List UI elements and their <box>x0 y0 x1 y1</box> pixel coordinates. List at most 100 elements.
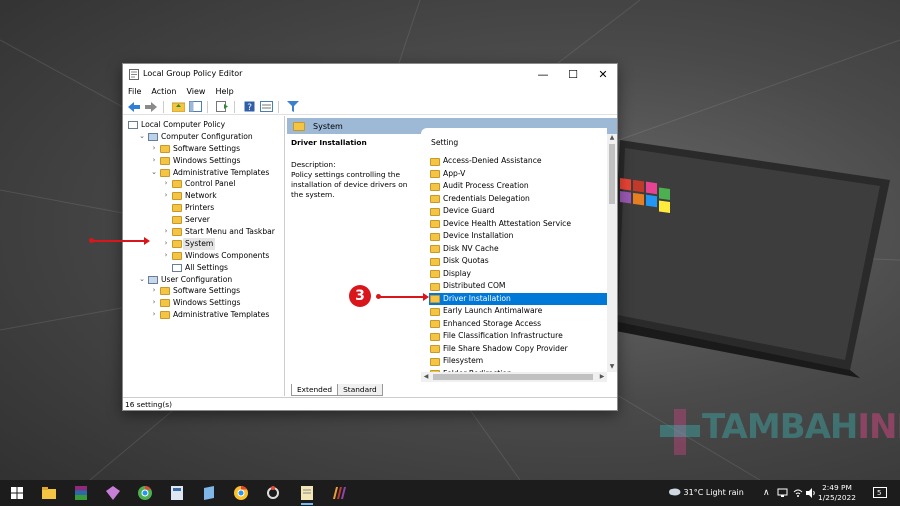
chevron-right-icon[interactable]: › <box>150 297 158 309</box>
hscroll-thumb[interactable] <box>433 374 593 380</box>
title-bar[interactable]: Local Group Policy Editor — ☐ ✕ <box>123 64 617 84</box>
notification-center-button[interactable]: 5 <box>873 480 887 506</box>
taskbar-winrar[interactable] <box>72 484 90 502</box>
folder-icon <box>160 287 170 296</box>
list-item[interactable]: Filesystem <box>429 355 607 368</box>
minimize-button[interactable]: — <box>528 64 558 84</box>
chevron-right-icon[interactable]: › <box>150 155 158 167</box>
chevron-right-icon[interactable]: › <box>162 250 170 262</box>
setting-column-header[interactable]: Setting <box>431 138 458 147</box>
scroll-thumb[interactable] <box>609 144 615 204</box>
taskbar-app-8[interactable] <box>264 484 282 502</box>
taskbar-file-explorer[interactable] <box>40 484 58 502</box>
show-hidden-icons-button[interactable]: ∧ <box>763 480 770 506</box>
tree-item-label: Software Settings <box>173 143 241 153</box>
taskbar-app-10[interactable] <box>330 484 348 502</box>
tree-item[interactable]: Local Computer Policy <box>123 119 284 131</box>
tree-item[interactable]: ⌄ Computer Configuration <box>123 131 284 143</box>
chevron-right-icon[interactable]: › <box>150 309 158 321</box>
scroll-left-icon[interactable]: ◀ <box>421 372 431 382</box>
chevron-down-icon[interactable]: ⌄ <box>138 274 146 286</box>
list-item[interactable]: Access-Denied Assistance <box>429 155 607 168</box>
list-item[interactable]: Distributed COM <box>429 280 607 293</box>
list-item[interactable]: Enhanced Storage Access <box>429 318 607 331</box>
tree-item[interactable]: › Windows Settings <box>123 155 284 167</box>
taskbar-chrome-1[interactable] <box>136 484 154 502</box>
chevron-right-icon[interactable]: › <box>150 143 158 155</box>
tray-network[interactable] <box>777 480 788 506</box>
menu-help[interactable]: Help <box>215 87 233 96</box>
tree-item[interactable]: › Network <box>123 190 284 202</box>
list-item[interactable]: File Share Shadow Copy Provider <box>429 343 607 356</box>
taskbar-app-5[interactable] <box>168 484 186 502</box>
list-item[interactable]: Device Health Attestation Service <box>429 218 607 231</box>
vertical-scrollbar[interactable]: ▲ ▼ <box>607 134 617 372</box>
list-item[interactable]: Disk NV Cache <box>429 243 607 256</box>
tree-item[interactable]: › Control Panel <box>123 178 284 190</box>
tree-item[interactable]: ⌄ User Configuration <box>123 274 284 286</box>
close-button[interactable]: ✕ <box>588 64 618 84</box>
settings-list[interactable]: Setting Access-Denied Assistance App-V Aud… <box>421 128 607 372</box>
tree-item[interactable]: Printers <box>123 202 284 214</box>
back-button[interactable] <box>126 100 142 114</box>
tree-item[interactable]: ⌄ Administrative Templates <box>123 167 284 179</box>
filter-button[interactable] <box>285 100 301 114</box>
tree-item[interactable]: All Settings <box>123 262 284 274</box>
tab-extended[interactable]: Extended <box>291 384 339 396</box>
taskbar-app-3[interactable] <box>104 484 122 502</box>
list-item[interactable]: Driver Installation <box>429 292 607 305</box>
menu-file[interactable]: File <box>128 87 141 96</box>
scroll-up-icon[interactable]: ▲ <box>607 134 617 143</box>
menu-view[interactable]: View <box>186 87 205 96</box>
list-item[interactable]: Device Guard <box>429 205 607 218</box>
chevron-down-icon[interactable]: ⌄ <box>138 131 146 143</box>
chevron-down-icon[interactable]: ⌄ <box>150 167 158 179</box>
taskbar-app-6[interactable] <box>200 484 218 502</box>
taskbar-chrome-2[interactable] <box>232 484 250 502</box>
tree-item[interactable]: Server <box>123 214 284 226</box>
chevron-right-icon[interactable]: › <box>162 238 170 250</box>
tab-standard[interactable]: Standard <box>337 384 383 396</box>
windows-logo-icon <box>11 487 23 499</box>
policy-editor-icon <box>129 69 139 80</box>
show-hide-tree-button[interactable] <box>187 100 203 114</box>
start-button[interactable] <box>8 484 26 502</box>
tree-item[interactable]: › Software Settings <box>123 285 284 297</box>
taskbar-clock[interactable]: 2:49 PM 1/25/2022 <box>808 483 866 503</box>
tree-item[interactable]: › Software Settings <box>123 143 284 155</box>
properties-view-button[interactable] <box>258 100 274 114</box>
taskbar-group-policy-editor[interactable] <box>298 484 316 505</box>
maximize-button[interactable]: ☐ <box>558 64 588 84</box>
folder-icon <box>172 251 182 260</box>
list-item[interactable]: File Classification Infrastructure <box>429 330 607 343</box>
tree-item[interactable]: › Windows Components <box>123 250 284 262</box>
scroll-right-icon[interactable]: ▶ <box>597 372 607 382</box>
export-list-button[interactable] <box>214 100 230 114</box>
group-policy-editor-window[interactable]: Local Group Policy Editor — ☐ ✕ File Act… <box>122 63 618 411</box>
list-item[interactable]: Display <box>429 268 607 281</box>
list-item[interactable]: App-V <box>429 168 607 181</box>
horizontal-scrollbar[interactable]: ◀ ▶ <box>421 372 607 382</box>
scroll-down-icon[interactable]: ▼ <box>607 363 617 372</box>
list-item[interactable]: Disk Quotas <box>429 255 607 268</box>
list-item[interactable]: Early Launch Antimalware <box>429 305 607 318</box>
chevron-right-icon[interactable]: › <box>162 190 170 202</box>
menu-action[interactable]: Action <box>151 87 176 96</box>
console-tree[interactable]: Local Computer Policy ⌄ Computer Configura… <box>123 116 285 396</box>
weather-widget[interactable]: 31°C Light rain <box>668 480 744 506</box>
chevron-right-icon[interactable]: › <box>162 226 170 238</box>
chevron-right-icon[interactable]: › <box>150 285 158 297</box>
help-button[interactable]: ? <box>241 100 257 114</box>
list-item[interactable]: Credentials Delegation <box>429 193 607 206</box>
folder-icon <box>430 157 440 166</box>
forward-button[interactable] <box>143 100 159 114</box>
tree-item[interactable]: › Windows Settings <box>123 297 284 309</box>
tree-item[interactable]: › Administrative Templates <box>123 309 284 321</box>
list-item[interactable]: Device Installation <box>429 230 607 243</box>
tray-wifi[interactable] <box>793 480 803 506</box>
forward-arrow-icon <box>145 101 157 112</box>
list-item[interactable]: Audit Process Creation <box>429 180 607 193</box>
chevron-right-icon[interactable]: › <box>162 178 170 190</box>
up-folder-button[interactable] <box>170 100 186 114</box>
toolbar: ? <box>123 99 617 115</box>
